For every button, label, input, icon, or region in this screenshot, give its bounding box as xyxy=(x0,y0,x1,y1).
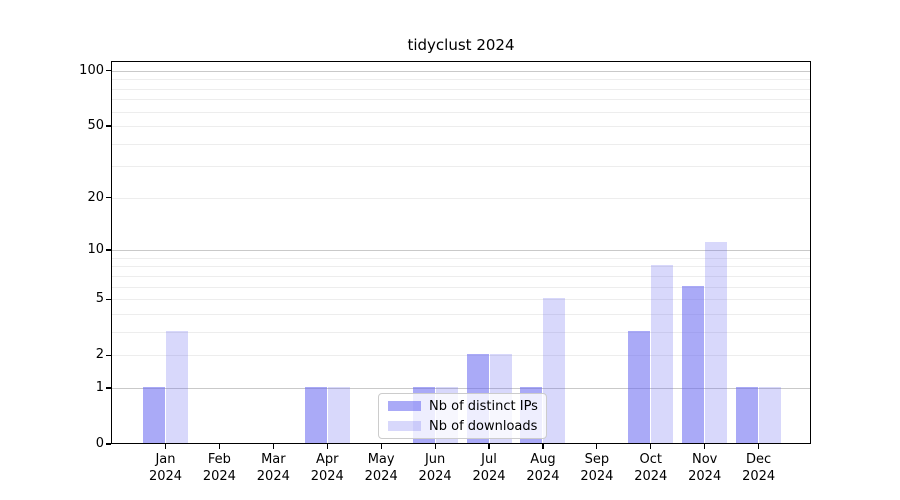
gridline-minor xyxy=(112,99,810,100)
figure: tidyclust 2024 Nb of distinct IPs Nb of … xyxy=(0,0,900,500)
gridline-minor xyxy=(112,198,810,199)
legend-swatch-downloads xyxy=(388,421,421,431)
y-tick-mark xyxy=(106,443,111,444)
x-tick-mark xyxy=(435,444,436,449)
gridline-minor xyxy=(112,166,810,167)
legend-item-distinct-ips: Nb of distinct IPs xyxy=(388,398,546,414)
x-tick-label: Feb2024 xyxy=(189,451,249,485)
x-tick-mark xyxy=(488,444,489,449)
x-tick-label: Aug2024 xyxy=(513,451,573,485)
x-tick-label: Dec2024 xyxy=(729,451,789,485)
x-tick-mark xyxy=(165,444,166,449)
y-tick-mark xyxy=(106,70,111,71)
x-tick-mark xyxy=(327,444,328,449)
x-tick-label: Mar2024 xyxy=(243,451,303,485)
y-tick-mark xyxy=(106,197,111,198)
bar-downloads-nov-2024 xyxy=(705,242,727,443)
legend: Nb of distinct IPs Nb of downloads xyxy=(378,393,547,439)
x-tick-label: Jun2024 xyxy=(405,451,465,485)
y-tick-label: 100 xyxy=(56,63,104,79)
legend-swatch-distinct-ips xyxy=(388,401,421,411)
x-tick-mark xyxy=(650,444,651,449)
bar-distinct-ips-nov-2024 xyxy=(682,286,704,443)
x-tick-mark xyxy=(758,444,759,449)
y-tick-mark xyxy=(106,355,111,356)
y-tick-mark xyxy=(106,387,111,388)
y-tick-mark xyxy=(106,299,111,300)
y-tick-label: 0 xyxy=(56,436,104,452)
x-tick-mark xyxy=(219,444,220,449)
x-tick-mark xyxy=(273,444,274,449)
bar-downloads-dec-2024 xyxy=(759,387,781,443)
x-tick-mark xyxy=(381,444,382,449)
plot-area xyxy=(111,61,811,444)
y-tick-label: 20 xyxy=(56,190,104,206)
bar-downloads-apr-2024 xyxy=(328,387,350,443)
x-tick-mark xyxy=(704,444,705,449)
x-tick-mark xyxy=(596,444,597,449)
gridline-minor xyxy=(112,126,810,127)
gridline-minor xyxy=(112,89,810,90)
bar-downloads-oct-2024 xyxy=(651,265,673,443)
y-tick-label: 5 xyxy=(56,291,104,307)
bar-distinct-ips-jan-2024 xyxy=(143,387,165,443)
gridline-minor xyxy=(112,79,810,80)
x-tick-mark xyxy=(542,444,543,449)
x-tick-label: Jan2024 xyxy=(136,451,196,485)
legend-item-downloads: Nb of downloads xyxy=(388,418,546,434)
y-tick-label: 1 xyxy=(56,380,104,396)
bar-distinct-ips-apr-2024 xyxy=(305,387,327,443)
x-tick-label: May2024 xyxy=(351,451,411,485)
y-tick-mark xyxy=(106,249,111,250)
x-tick-label: Nov2024 xyxy=(675,451,735,485)
legend-label: Nb of downloads xyxy=(429,419,537,434)
gridline-minor xyxy=(112,144,810,145)
bar-distinct-ips-oct-2024 xyxy=(628,331,650,443)
chart-title: tidyclust 2024 xyxy=(111,36,811,54)
gridline-major xyxy=(112,71,810,72)
y-tick-mark xyxy=(106,125,111,126)
bar-distinct-ips-dec-2024 xyxy=(736,387,758,443)
gridline-minor xyxy=(112,112,810,113)
x-tick-label: Apr2024 xyxy=(297,451,357,485)
y-tick-label: 2 xyxy=(56,347,104,363)
x-tick-label: Jul2024 xyxy=(459,451,519,485)
y-tick-label: 50 xyxy=(56,118,104,134)
x-tick-label: Sep2024 xyxy=(567,451,627,485)
x-tick-label: Oct2024 xyxy=(621,451,681,485)
y-tick-label: 10 xyxy=(56,242,104,258)
legend-label: Nb of distinct IPs xyxy=(429,399,538,414)
bar-downloads-jan-2024 xyxy=(166,331,188,443)
